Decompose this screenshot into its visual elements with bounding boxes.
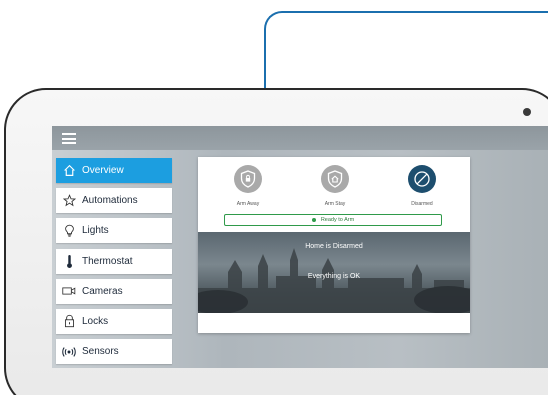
lock-icon <box>56 309 82 334</box>
disarmed-button[interactable]: Disarmed <box>392 165 452 207</box>
sidebar-item-automations[interactable]: Automations <box>56 188 172 214</box>
arm-stay-icon <box>321 165 349 193</box>
thermometer-icon <box>56 249 82 274</box>
home-status-title: Home is Disarmed <box>305 243 363 250</box>
sidebar-item-label: Overview <box>82 165 124 176</box>
sidebar-item-label: Lights <box>82 225 109 237</box>
sidebar-item-label: Sensors <box>82 346 119 358</box>
sidebar-item-label: Cameras <box>82 285 123 297</box>
wireless-signal-icon <box>56 339 82 364</box>
star-icon <box>56 188 82 213</box>
sidebar-item-cameras[interactable]: Cameras <box>56 278 172 304</box>
home-status-detail: Everything is OK <box>307 273 361 280</box>
arm-away-icon <box>234 165 262 193</box>
disarmed-icon <box>408 165 436 193</box>
home-icon <box>56 158 82 183</box>
sidebar-item-locks[interactable]: Locks <box>56 308 172 334</box>
product-illustration: Overview Automations Lights Thermostat C… <box>0 0 548 395</box>
sidebar-item-thermostat[interactable]: Thermostat <box>56 248 172 274</box>
sidebar-item-label: Thermostat <box>82 255 133 267</box>
sidebar-item-lights[interactable]: Lights <box>56 218 172 244</box>
disarmed-label: Disarmed <box>411 201 433 207</box>
arm-stay-button[interactable]: Arm Stay <box>305 165 365 207</box>
tablet-screen: Overview Automations Lights Thermostat C… <box>52 126 548 368</box>
ready-status-dot <box>311 218 316 222</box>
front-camera-dot <box>523 108 531 116</box>
callout-connector-line <box>264 11 548 97</box>
app-top-bar <box>52 126 548 150</box>
security-panel: Arm Away Arm Stay Disarmed Ready to Arm … <box>198 157 470 333</box>
sidebar-item-label: Automations <box>82 195 138 207</box>
home-photo-banner: Home is Disarmed Everything is OK <box>198 232 470 313</box>
arm-stay-label: Arm Stay <box>324 201 346 207</box>
lightbulb-icon <box>56 218 82 243</box>
sidebar-item-overview[interactable]: Overview <box>56 158 172 183</box>
camera-icon <box>56 279 82 304</box>
arm-mode-selector: Arm Away Arm Stay Disarmed <box>198 165 470 211</box>
arm-away-button[interactable]: Arm Away <box>218 165 278 207</box>
ready-to-arm-label: Ready to Arm <box>320 217 355 223</box>
arm-away-label: Arm Away <box>236 201 260 207</box>
sidebar-item-label: Locks <box>82 315 109 327</box>
sidebar-item-sensors[interactable]: Sensors <box>56 339 172 365</box>
sidebar-menu: Overview Automations Lights Thermostat C… <box>56 158 172 368</box>
hamburger-menu-icon[interactable] <box>62 133 76 144</box>
ready-to-arm-indicator[interactable]: Ready to Arm <box>224 214 442 226</box>
